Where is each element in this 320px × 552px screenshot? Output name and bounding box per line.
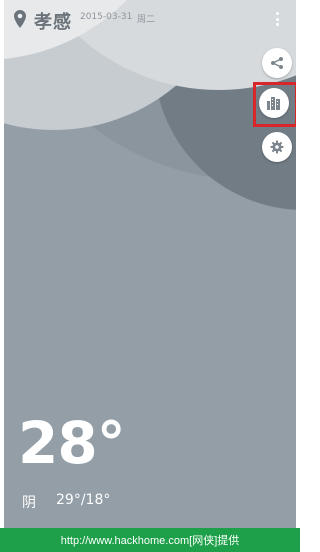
- gear-icon: [270, 140, 284, 154]
- weather-condition: 阴: [22, 495, 36, 511]
- temperature-range: 29°/18°: [56, 492, 111, 508]
- weather-screen: 孝感 2015-03-31 周二 28° 阴 29°/18°: [4, 0, 296, 528]
- more-vert-icon[interactable]: [270, 10, 284, 28]
- date-text: 2015-03-31: [80, 12, 133, 22]
- location-pin-icon: [14, 10, 26, 28]
- watermark-footer: http://www.hackhome.com[网侠]提供: [0, 528, 300, 552]
- share-button[interactable]: [262, 48, 292, 78]
- city-name[interactable]: 孝感: [34, 8, 72, 34]
- highlight-box: [253, 82, 296, 127]
- top-bar: 孝感 2015-03-31 周二: [4, 0, 296, 40]
- current-temperature: 28°: [18, 409, 126, 477]
- settings-button[interactable]: [262, 132, 292, 162]
- share-icon: [271, 57, 283, 69]
- weekday-text: 周二: [137, 15, 156, 25]
